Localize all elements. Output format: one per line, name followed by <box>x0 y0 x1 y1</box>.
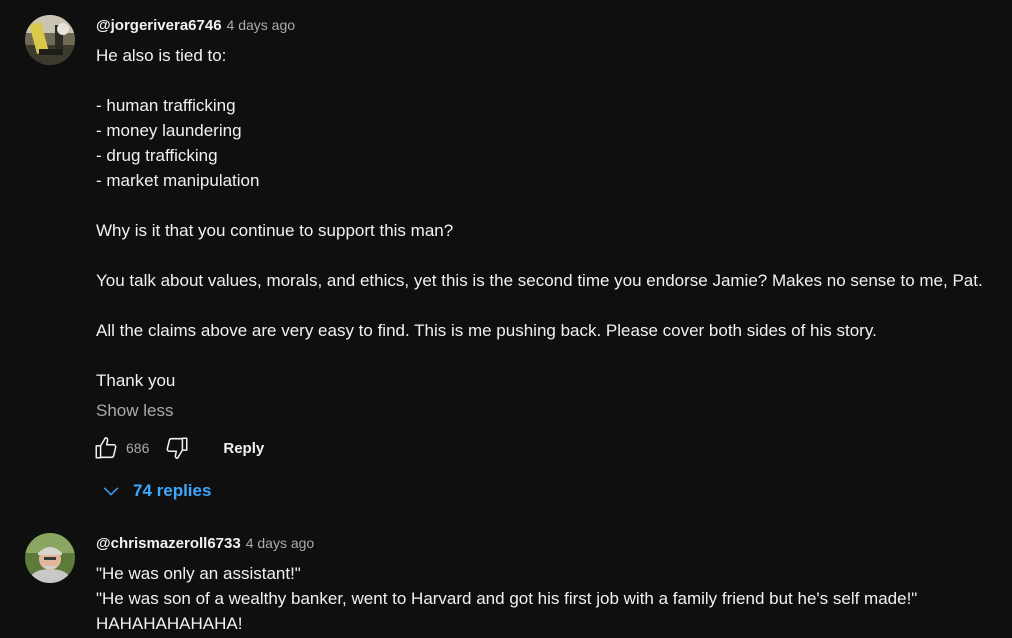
thumbs-up-icon <box>95 436 117 459</box>
like-button[interactable] <box>92 434 120 462</box>
comment-line: "He was son of a wealthy banker, went to… <box>96 589 918 608</box>
comment-body: "He was only an assistant!" "He was son … <box>96 561 917 636</box>
dislike-button[interactable] <box>163 434 191 462</box>
comment-blank-line <box>96 293 983 318</box>
comment-line: - money laundering <box>96 121 242 140</box>
view-replies-button[interactable]: 74 replies <box>100 478 211 504</box>
avatar[interactable] <box>25 15 75 65</box>
comment-blank-line <box>96 193 983 218</box>
avatar[interactable] <box>25 533 75 583</box>
comment-header: @jorgerivera6746 4 days ago <box>96 16 295 35</box>
comments-section: @jorgerivera6746 4 days ago He also is ti… <box>0 0 1012 638</box>
replies-count-label: 74 replies <box>133 481 212 500</box>
author-name[interactable]: @jorgerivera6746 <box>96 17 222 34</box>
comment-header: @chrismazeroll6733 4 days ago <box>96 534 314 553</box>
comment-timestamp[interactable]: 4 days ago <box>227 17 296 33</box>
comment-line: HAHAHAHAHAHA! <box>96 614 243 633</box>
comment-blank-line <box>96 243 983 268</box>
avatar-photo-icon <box>25 533 75 583</box>
comment-actions: 686 Reply <box>92 434 264 462</box>
comment-line: - drug trafficking <box>96 146 218 165</box>
comment-timestamp[interactable]: 4 days ago <box>246 535 315 551</box>
author-name[interactable]: @chrismazeroll6733 <box>96 535 241 552</box>
comment-line: - human trafficking <box>96 96 236 115</box>
like-count: 686 <box>126 440 150 456</box>
comment-line: He also is tied to: <box>96 46 227 65</box>
comment-blank-line <box>96 68 983 93</box>
chevron-down-icon <box>103 487 119 496</box>
comment-line: All the claims above are very easy to fi… <box>96 321 877 340</box>
comment-line: - market manipulation <box>96 171 260 190</box>
thumbs-down-icon <box>166 437 188 460</box>
comment-line: "He was only an assistant!" <box>96 564 301 583</box>
reply-button[interactable]: Reply <box>223 440 264 457</box>
show-less-button[interactable]: Show less <box>96 398 173 423</box>
comment-line: You talk about values, morals, and ethic… <box>96 271 983 290</box>
comment-body: He also is tied to: - human trafficking … <box>96 43 983 393</box>
comment-line: Why is it that you continue to support t… <box>96 221 454 240</box>
avatar-photo-icon <box>25 15 75 65</box>
comment-blank-line <box>96 343 983 368</box>
comment-line: Thank you <box>96 371 176 390</box>
